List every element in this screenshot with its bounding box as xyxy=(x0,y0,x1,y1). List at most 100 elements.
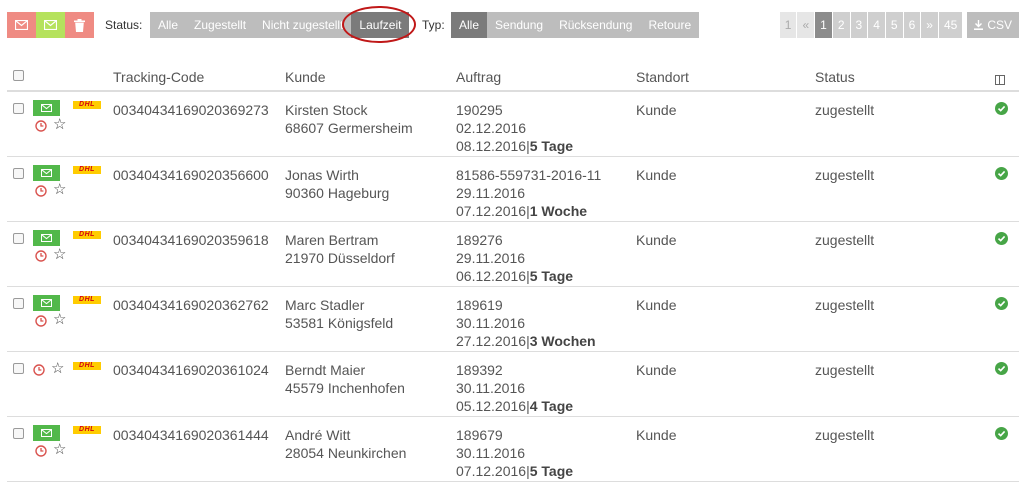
column-status[interactable]: Status xyxy=(815,69,855,85)
page-3[interactable]: 3 xyxy=(850,12,868,38)
page-5[interactable]: 5 xyxy=(885,12,903,38)
delivery-date-line: 07.12.2016|5 Tage xyxy=(456,463,574,479)
clock-icon xyxy=(35,120,47,132)
table-row[interactable]: ☆ DHL 00340434169020359618 Maren Bertram… xyxy=(7,222,1019,287)
star-icon[interactable]: ☆ xyxy=(53,182,66,197)
column-tracking-code[interactable]: Tracking-Code xyxy=(113,69,204,85)
order-id: 189619 xyxy=(456,297,503,313)
row-action-icons: ☆ DHL xyxy=(33,230,103,270)
location: Kunde xyxy=(636,427,677,443)
tracking-code[interactable]: 00340434169020359618 xyxy=(113,231,269,249)
dhl-logo: DHL xyxy=(73,231,101,239)
location: Kunde xyxy=(636,362,677,378)
type-filter-shipment[interactable]: Sendung xyxy=(487,12,552,38)
clock-icon xyxy=(35,185,47,197)
page-first[interactable]: 1 xyxy=(779,12,797,38)
table-row[interactable]: ☆ DHL 00340434169020369273 Kirsten Stock… xyxy=(7,92,1019,157)
customer-city: 53581 Königsfeld xyxy=(285,315,394,331)
clock-icon-button[interactable] xyxy=(35,249,47,262)
page-prev[interactable]: « xyxy=(797,12,815,38)
order-date: 29.11.2016 xyxy=(456,185,526,201)
send-mail-green-button[interactable] xyxy=(36,12,65,38)
table-row[interactable]: ☆ DHL 00340434169020361024 Berndt Maier … xyxy=(7,352,1019,417)
location: Kunde xyxy=(636,297,677,313)
status-filter-all[interactable]: Alle xyxy=(150,12,187,38)
status-filter-transit-time[interactable]: Laufzeit xyxy=(342,6,417,43)
page-next[interactable]: » xyxy=(921,12,938,38)
clock-icon-button[interactable] xyxy=(35,314,47,327)
send-mail-button[interactable] xyxy=(33,230,60,246)
clock-icon-button[interactable] xyxy=(33,363,45,376)
customer-city: 68607 Germersheim xyxy=(285,120,413,136)
table-row[interactable]: ☆ DHL 00340434169020361444 André Witt 28… xyxy=(7,417,1019,482)
star-icon[interactable]: ☆ xyxy=(53,442,66,457)
page-last[interactable]: 45 xyxy=(938,12,963,38)
send-mail-button[interactable] xyxy=(33,425,60,441)
star-icon[interactable]: ☆ xyxy=(53,312,66,327)
row-checkbox[interactable] xyxy=(13,428,24,439)
order-cell: 189276 29.11.2016 06.12.2016|5 Tage xyxy=(456,231,573,285)
tracking-code[interactable]: 00340434169020369273 xyxy=(113,101,269,119)
order-cell: 189679 30.11.2016 07.12.2016|5 Tage xyxy=(456,426,573,480)
status-filter-delivered[interactable]: Zugestellt xyxy=(186,12,255,38)
status-filter-not-delivered[interactable]: Nicht zugestellt xyxy=(254,12,352,38)
clock-icon-button[interactable] xyxy=(35,119,47,132)
table-row[interactable]: ☆ DHL 00340434169020356600 Jonas Wirth 9… xyxy=(7,157,1019,222)
table-header: Tracking-Code Kunde Auftrag Standort Sta… xyxy=(7,62,1019,92)
order-date: 30.11.2016 xyxy=(456,315,526,331)
type-label: Typ: xyxy=(422,18,445,32)
transit-duration: 3 Wochen xyxy=(529,333,596,349)
column-order[interactable]: Auftrag xyxy=(456,69,501,85)
row-action-icons: ☆ DHL xyxy=(33,295,103,335)
star-icon[interactable]: ☆ xyxy=(53,247,66,262)
page-2[interactable]: 2 xyxy=(832,12,850,38)
type-filter-all[interactable]: Alle xyxy=(451,12,488,38)
delete-button[interactable] xyxy=(65,12,94,38)
status-text: zugestellt xyxy=(815,232,875,248)
customer-name: André Witt xyxy=(285,427,351,443)
transit-duration: 5 Tage xyxy=(529,138,574,154)
status-filter-transit-time-label: Laufzeit xyxy=(359,18,402,32)
row-checkbox[interactable] xyxy=(13,298,24,309)
clock-icon-button[interactable] xyxy=(35,444,47,457)
tracking-code[interactable]: 00340434169020356600 xyxy=(113,166,269,184)
select-all-checkbox[interactable] xyxy=(13,70,24,81)
transit-duration: 4 Tage xyxy=(529,398,574,414)
envelope-icon xyxy=(15,20,28,30)
column-location[interactable]: Standort xyxy=(636,69,689,85)
page-1[interactable]: 1 xyxy=(815,12,832,38)
page-6[interactable]: 6 xyxy=(903,12,921,38)
send-mail-button[interactable] xyxy=(33,295,60,311)
star-icon[interactable]: ☆ xyxy=(53,117,66,132)
order-id: 189392 xyxy=(456,362,503,378)
clock-icon-button[interactable] xyxy=(35,184,47,197)
table-row[interactable]: ☆ DHL 00340434169020362762 Marc Stadler … xyxy=(7,287,1019,352)
send-mail-red-button[interactable] xyxy=(7,12,36,38)
status-text: zugestellt xyxy=(815,297,875,313)
tracking-code[interactable]: 00340434169020361444 xyxy=(113,426,269,444)
checkmark-icon xyxy=(997,105,1006,112)
column-toggle-icon[interactable] xyxy=(995,75,1005,85)
type-filter-return-shipment[interactable]: Rücksendung xyxy=(551,12,641,38)
customer-cell: Kirsten Stock 68607 Germersheim xyxy=(285,101,413,137)
envelope-icon xyxy=(41,234,52,242)
column-customer[interactable]: Kunde xyxy=(285,69,325,85)
tracking-code[interactable]: 00340434169020361024 xyxy=(113,361,269,379)
tracking-code[interactable]: 00340434169020362762 xyxy=(113,296,269,314)
row-checkbox[interactable] xyxy=(13,103,24,114)
csv-export-button[interactable]: CSV xyxy=(967,12,1019,38)
customer-name: Berndt Maier xyxy=(285,362,366,378)
page-4[interactable]: 4 xyxy=(868,12,885,38)
type-filter-return[interactable]: Retoure xyxy=(640,12,700,38)
delivered-check-icon xyxy=(995,362,1008,375)
send-mail-button[interactable] xyxy=(33,165,60,181)
order-date: 30.11.2016 xyxy=(456,380,526,396)
row-checkbox[interactable] xyxy=(13,168,24,179)
delivered-check-icon xyxy=(995,167,1008,180)
row-checkbox[interactable] xyxy=(13,233,24,244)
row-checkbox[interactable] xyxy=(13,363,24,374)
status-text: zugestellt xyxy=(815,362,875,378)
send-mail-button[interactable] xyxy=(33,100,60,116)
delivery-date: 07.12.2016 xyxy=(456,203,527,219)
star-icon[interactable]: ☆ xyxy=(51,361,64,376)
